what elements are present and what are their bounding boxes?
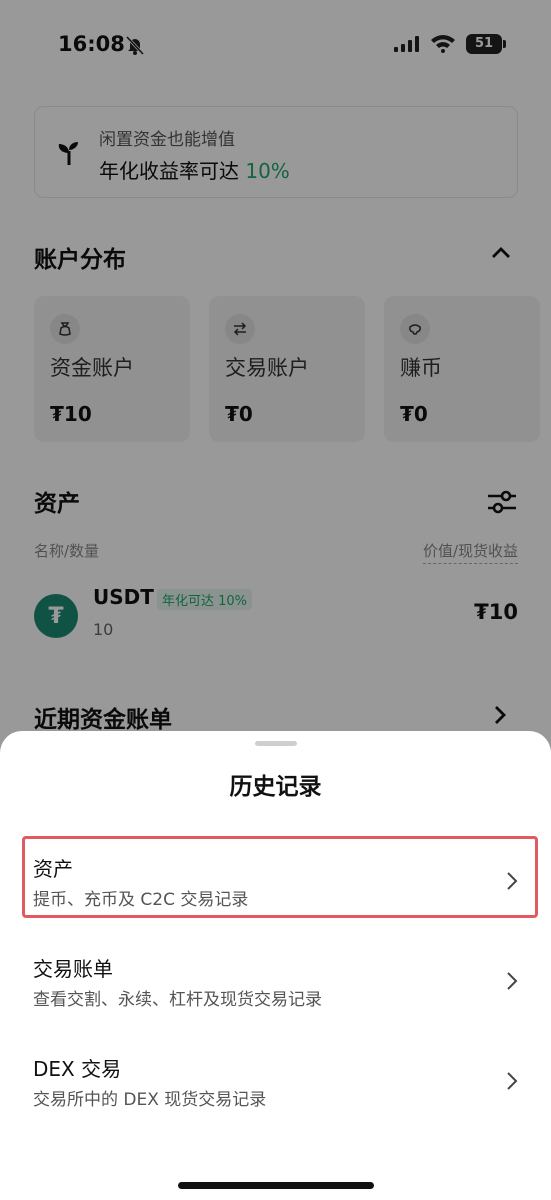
row-title: DEX 交易	[33, 1057, 122, 1081]
row-subtitle: 交易所中的 DEX 现货交易记录	[33, 1090, 267, 1110]
highlight-box	[22, 836, 538, 918]
sheet-title: 历史记录	[229, 774, 322, 800]
history-row-dex[interactable]: DEX 交易 交易所中的 DEX 现货交易记录	[0, 1039, 551, 1127]
history-bottom-sheet: 历史记录 资产 提币、充币及 C2C 交易记录 交易账单 查看交割、永续、杠杆及…	[0, 731, 551, 1200]
chevron-right-icon	[507, 972, 518, 990]
chevron-right-icon	[507, 1072, 518, 1090]
history-row-trade-bills[interactable]: 交易账单 查看交割、永续、杠杆及现货交易记录	[0, 939, 551, 1027]
home-indicator	[178, 1182, 374, 1189]
row-subtitle: 查看交割、永续、杠杆及现货交易记录	[33, 990, 322, 1010]
row-title: 交易账单	[33, 957, 113, 981]
sheet-grabber[interactable]	[255, 741, 297, 746]
